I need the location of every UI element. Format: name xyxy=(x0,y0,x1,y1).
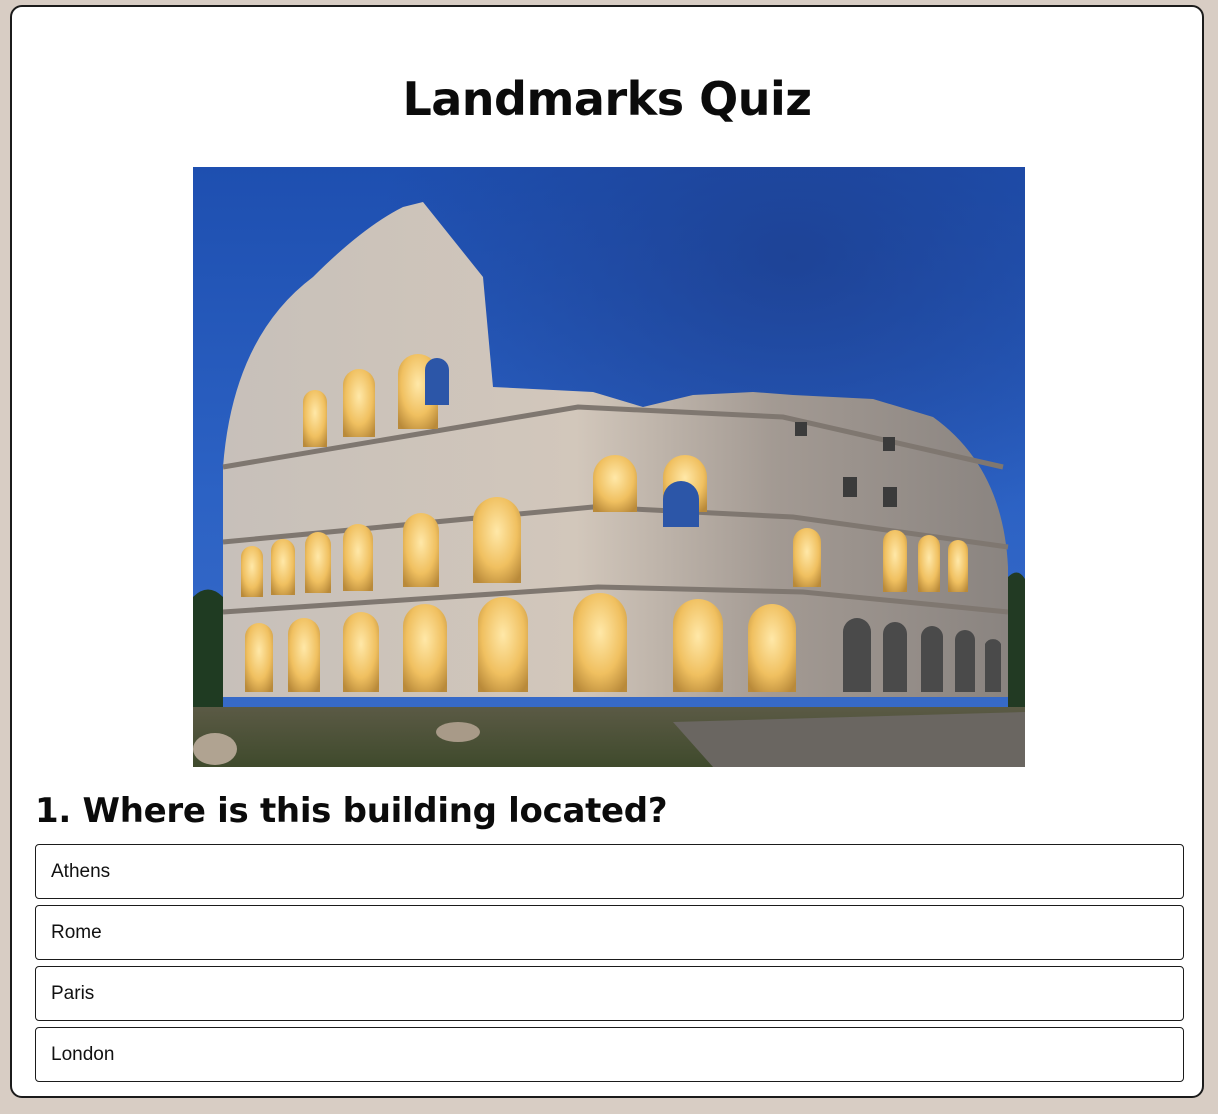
answer-option-rome[interactable]: Rome xyxy=(35,905,1184,960)
answer-options: Athens Rome Paris London xyxy=(35,844,1184,1088)
answer-option-london[interactable]: London xyxy=(35,1027,1184,1082)
question-text: 1. Where is this building located? xyxy=(35,791,668,831)
landmark-photo xyxy=(193,167,1025,767)
quiz-title: Landmarks Quiz xyxy=(402,72,812,126)
answer-option-paris[interactable]: Paris xyxy=(35,966,1184,1021)
answer-option-athens[interactable]: Athens xyxy=(35,844,1184,899)
quiz-card: Landmarks Quiz 1. Where is this building… xyxy=(10,5,1204,1098)
